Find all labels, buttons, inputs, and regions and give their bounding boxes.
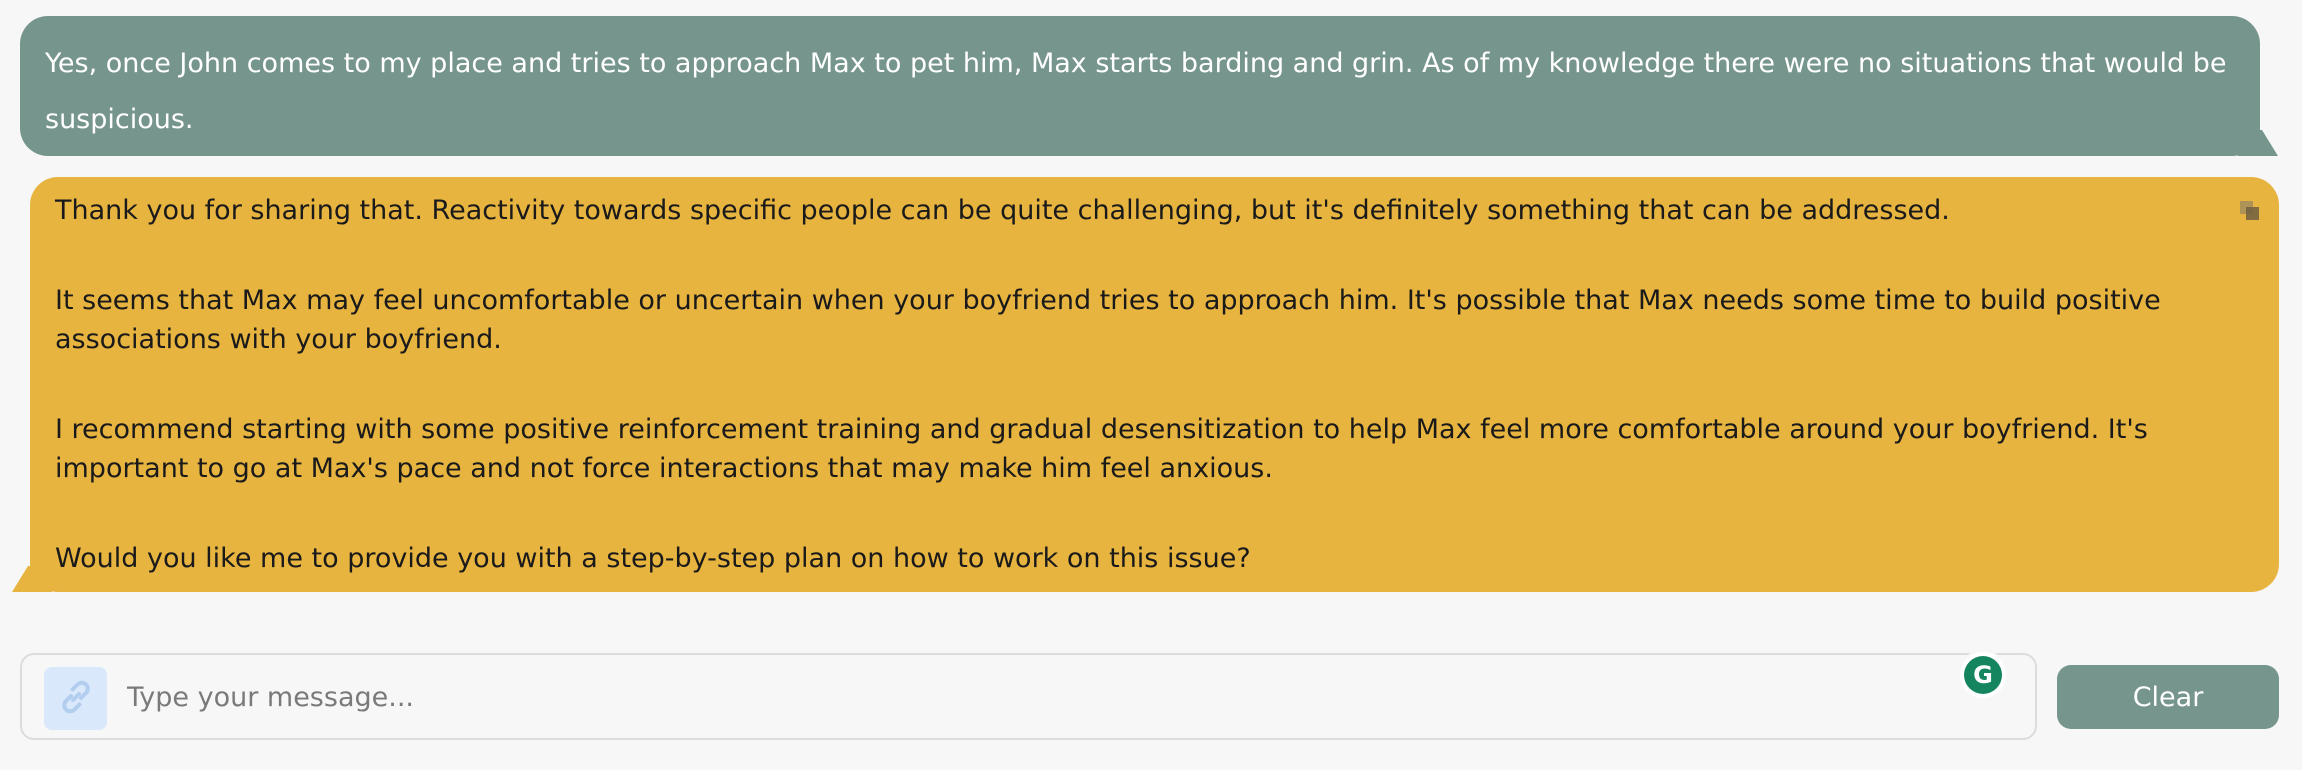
assistant-paragraph: I recommend starting with some positive … bbox=[55, 414, 2148, 484]
assistant-message-bubble: Thank you for sharing that. Reactivity t… bbox=[12, 177, 2279, 592]
chat-panel: Yes, once John comes to my place and tri… bbox=[0, 0, 2302, 770]
assistant-paragraph: Would you like me to provide you with a … bbox=[55, 543, 1251, 574]
link-icon bbox=[54, 675, 98, 723]
user-message-text: Yes, once John comes to my place and tri… bbox=[45, 48, 2227, 135]
user-message-bubble: Yes, once John comes to my place and tri… bbox=[20, 16, 2278, 156]
message-input[interactable] bbox=[127, 669, 1957, 725]
bubble-tail bbox=[2238, 130, 2278, 156]
grammar-badge-letter: G bbox=[1964, 656, 2002, 694]
assistant-paragraph: It seems that Max may feel uncomfortable… bbox=[55, 285, 2161, 355]
clear-button[interactable]: Clear bbox=[2057, 665, 2279, 729]
bubble-tail bbox=[12, 566, 52, 592]
message-composer: G bbox=[20, 652, 2037, 740]
assistant-paragraph: Thank you for sharing that. Reactivity t… bbox=[55, 195, 1950, 226]
grammar-assistant-icon[interactable]: G bbox=[1960, 652, 2006, 698]
attach-button[interactable] bbox=[44, 667, 107, 730]
copy-icon[interactable] bbox=[2238, 195, 2262, 220]
